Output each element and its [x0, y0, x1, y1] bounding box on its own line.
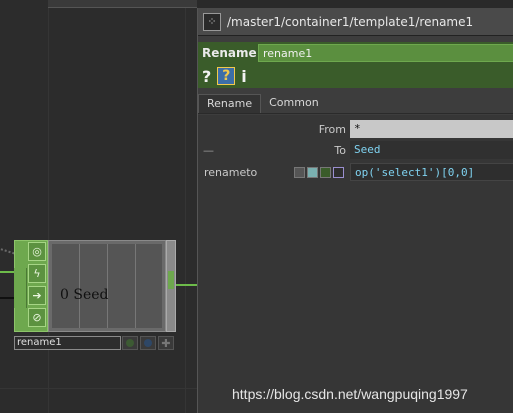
param-label-from: From [318, 122, 346, 136]
rename-node[interactable]: ◎ ϟ ➔ ⊘ 0 Seed [14, 240, 176, 332]
panel-title-bar[interactable]: ⁘ /master1/container1/template1/rename1 [198, 8, 513, 36]
output-connector-port [168, 271, 174, 289]
param-label-renameto: renameto [204, 165, 258, 179]
output-wire [176, 284, 197, 286]
param-row-renameto: renameto op('select1')[0,0] [198, 162, 513, 182]
viewer-flag-icon[interactable]: ◎ [28, 242, 46, 261]
param-row-from: From * [198, 119, 513, 139]
node-buttons: ✚ [122, 336, 176, 350]
operator-type-label: Rename [202, 46, 257, 60]
tab-common[interactable]: Common [261, 94, 327, 113]
clone-indicator-icon[interactable] [140, 336, 156, 350]
param-row-to: — To Seed [198, 140, 513, 160]
input-wire-dark [0, 297, 14, 299]
bypass-flag-icon[interactable]: ϟ [28, 264, 46, 283]
plus-icon[interactable]: ✚ [158, 336, 174, 350]
param-mode-buttons [294, 166, 344, 178]
viewer-line [79, 244, 80, 328]
param-field-to[interactable]: Seed [350, 141, 513, 159]
mode-bind-icon[interactable] [333, 166, 344, 178]
viewer-line [107, 244, 108, 328]
lock-flag-icon[interactable]: ⊘ [28, 308, 46, 327]
mode-expression-icon[interactable] [307, 166, 318, 178]
grid-line [185, 0, 186, 413]
grid-line [0, 388, 197, 389]
node-name-label[interactable]: rename1 [14, 336, 121, 350]
dotted-wire [0, 248, 15, 261]
input-connector[interactable] [14, 268, 27, 308]
help-row: ? ? i [198, 64, 513, 88]
watermark: https://blog.csdn.net/wangpuqing1997 [232, 386, 468, 402]
python-help-icon[interactable]: ? [217, 67, 236, 85]
info-icon[interactable]: i [241, 67, 246, 86]
output-connector[interactable] [166, 240, 176, 332]
cook-indicator-icon[interactable] [122, 336, 138, 350]
param-expand-toggle[interactable]: — [203, 144, 214, 157]
param-label-to: To [334, 143, 346, 157]
upstream-node-edge [48, 0, 197, 8]
parameter-list: From * — To Seed renameto op('select1')[… [198, 115, 513, 413]
input-wire [0, 271, 14, 273]
node-viewer[interactable] [48, 240, 166, 332]
help-icon[interactable]: ? [202, 67, 211, 86]
viewer-line [135, 244, 136, 328]
operator-name-field[interactable]: rename1 [258, 44, 513, 62]
tab-rename[interactable]: Rename [198, 94, 262, 113]
display-flag-icon[interactable]: ➔ [28, 286, 46, 305]
operator-name-row: Rename rename1 [198, 42, 513, 64]
mode-constant-icon[interactable] [294, 166, 305, 178]
param-field-renameto[interactable]: op('select1')[0,0] [350, 163, 513, 181]
network-canvas[interactable]: ◎ ϟ ➔ ⊘ 0 Seed rename1 ✚ [0, 0, 197, 413]
operator-path: /master1/container1/template1/rename1 [227, 14, 474, 29]
param-field-from[interactable]: * [350, 120, 513, 138]
mode-export-icon[interactable] [320, 166, 331, 178]
parameter-panel: ⁘ /master1/container1/template1/rename1 … [197, 8, 513, 413]
operator-icon[interactable]: ⁘ [203, 12, 221, 31]
grid-line [48, 0, 49, 413]
parameter-tabs: Rename Common [198, 94, 513, 114]
node-viewer-text: 0 Seed [60, 287, 109, 303]
